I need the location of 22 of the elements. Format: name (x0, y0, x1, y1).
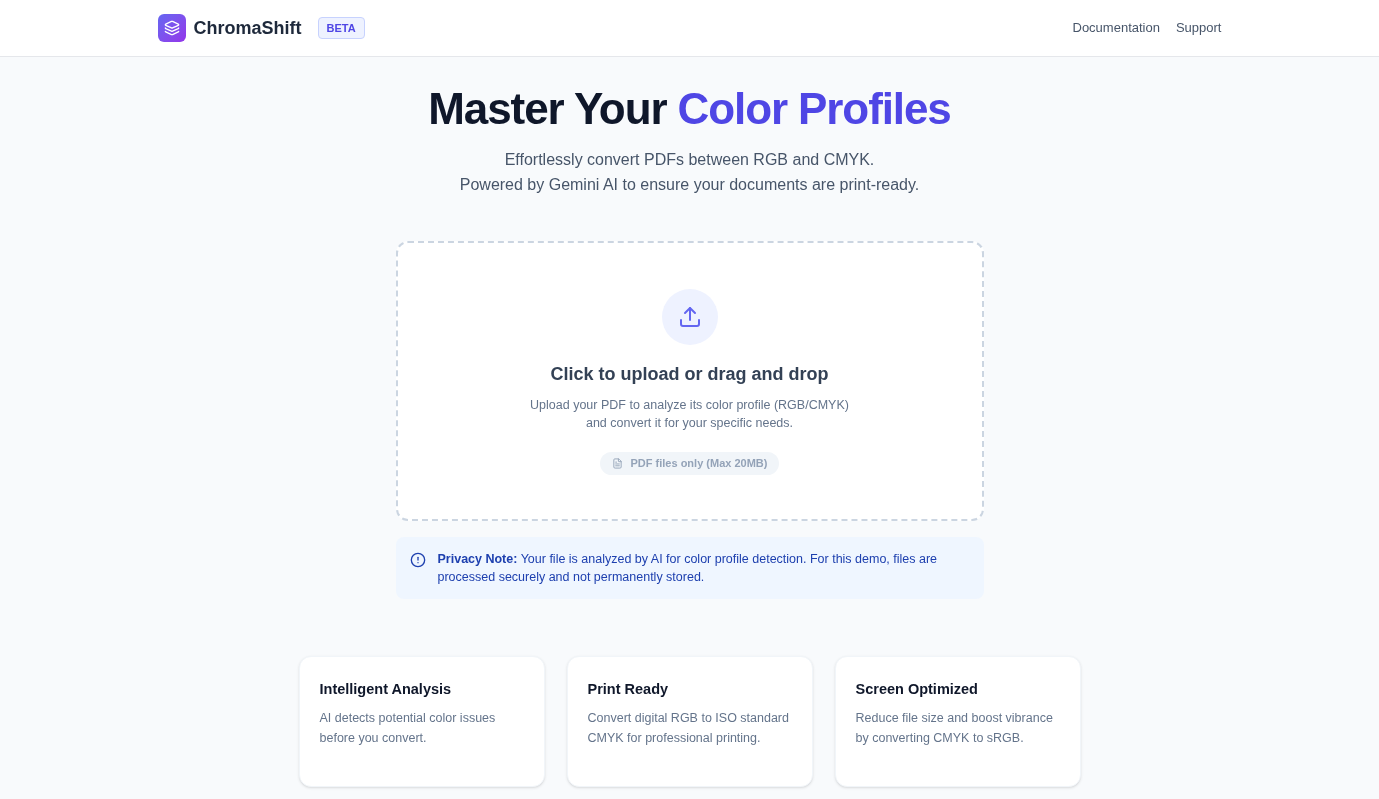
logo-icon (157, 14, 186, 42)
brand-name: ChromaShift (193, 16, 302, 40)
subtitle: Effortlessly convert PDFs between RGB and CMYK. (504, 150, 875, 170)
nav-link[interactable]: Support (1175, 18, 1222, 38)
upload-title: Click to upload or drag and drop (550, 363, 829, 386)
feature-description: Convert digital RGB to ISO standard CMYK for professional printing. (587, 709, 790, 747)
info-icon (409, 552, 426, 568)
nav-link[interactable]: Documentation (1072, 18, 1160, 38)
feature-title: Screen Optimized (855, 680, 979, 699)
beta-tag: BETA (317, 16, 365, 40)
file-icon (611, 457, 623, 469)
subtitle: Powered by Gemini AI to ensure your documents are print-ready. (459, 175, 920, 195)
feature-title: Intelligent Analysis (319, 680, 453, 699)
upload-dropzone[interactable]: Click to upload or drag and drop Upload your PDF to analyze its color profile (RGB/CMYK) and convert it for your specific needs. PDF files only (Max 20MB) (395, 241, 984, 521)
file-limit-text: PDF files only (Max 20MB) (630, 456, 768, 471)
upload-description: and convert it for your specific needs. (585, 415, 794, 432)
page-heading: Master Your Color Profiles (428, 83, 951, 135)
upload-description: Upload your PDF to analyze its color profile (RGB/CMYK) (530, 397, 849, 414)
privacy-text: Privacy Note: Your file is analyzed by AI for color profile detection. For this demo, files are processed securely and not permanently stored. (437, 551, 939, 586)
feature-description: Reduce file size and boost vibrance by converting CMYK to sRGB. (855, 709, 1054, 747)
feature-description: AI detects potential color issues before you convert. (319, 709, 497, 747)
feature-title: Print Ready (587, 680, 670, 699)
